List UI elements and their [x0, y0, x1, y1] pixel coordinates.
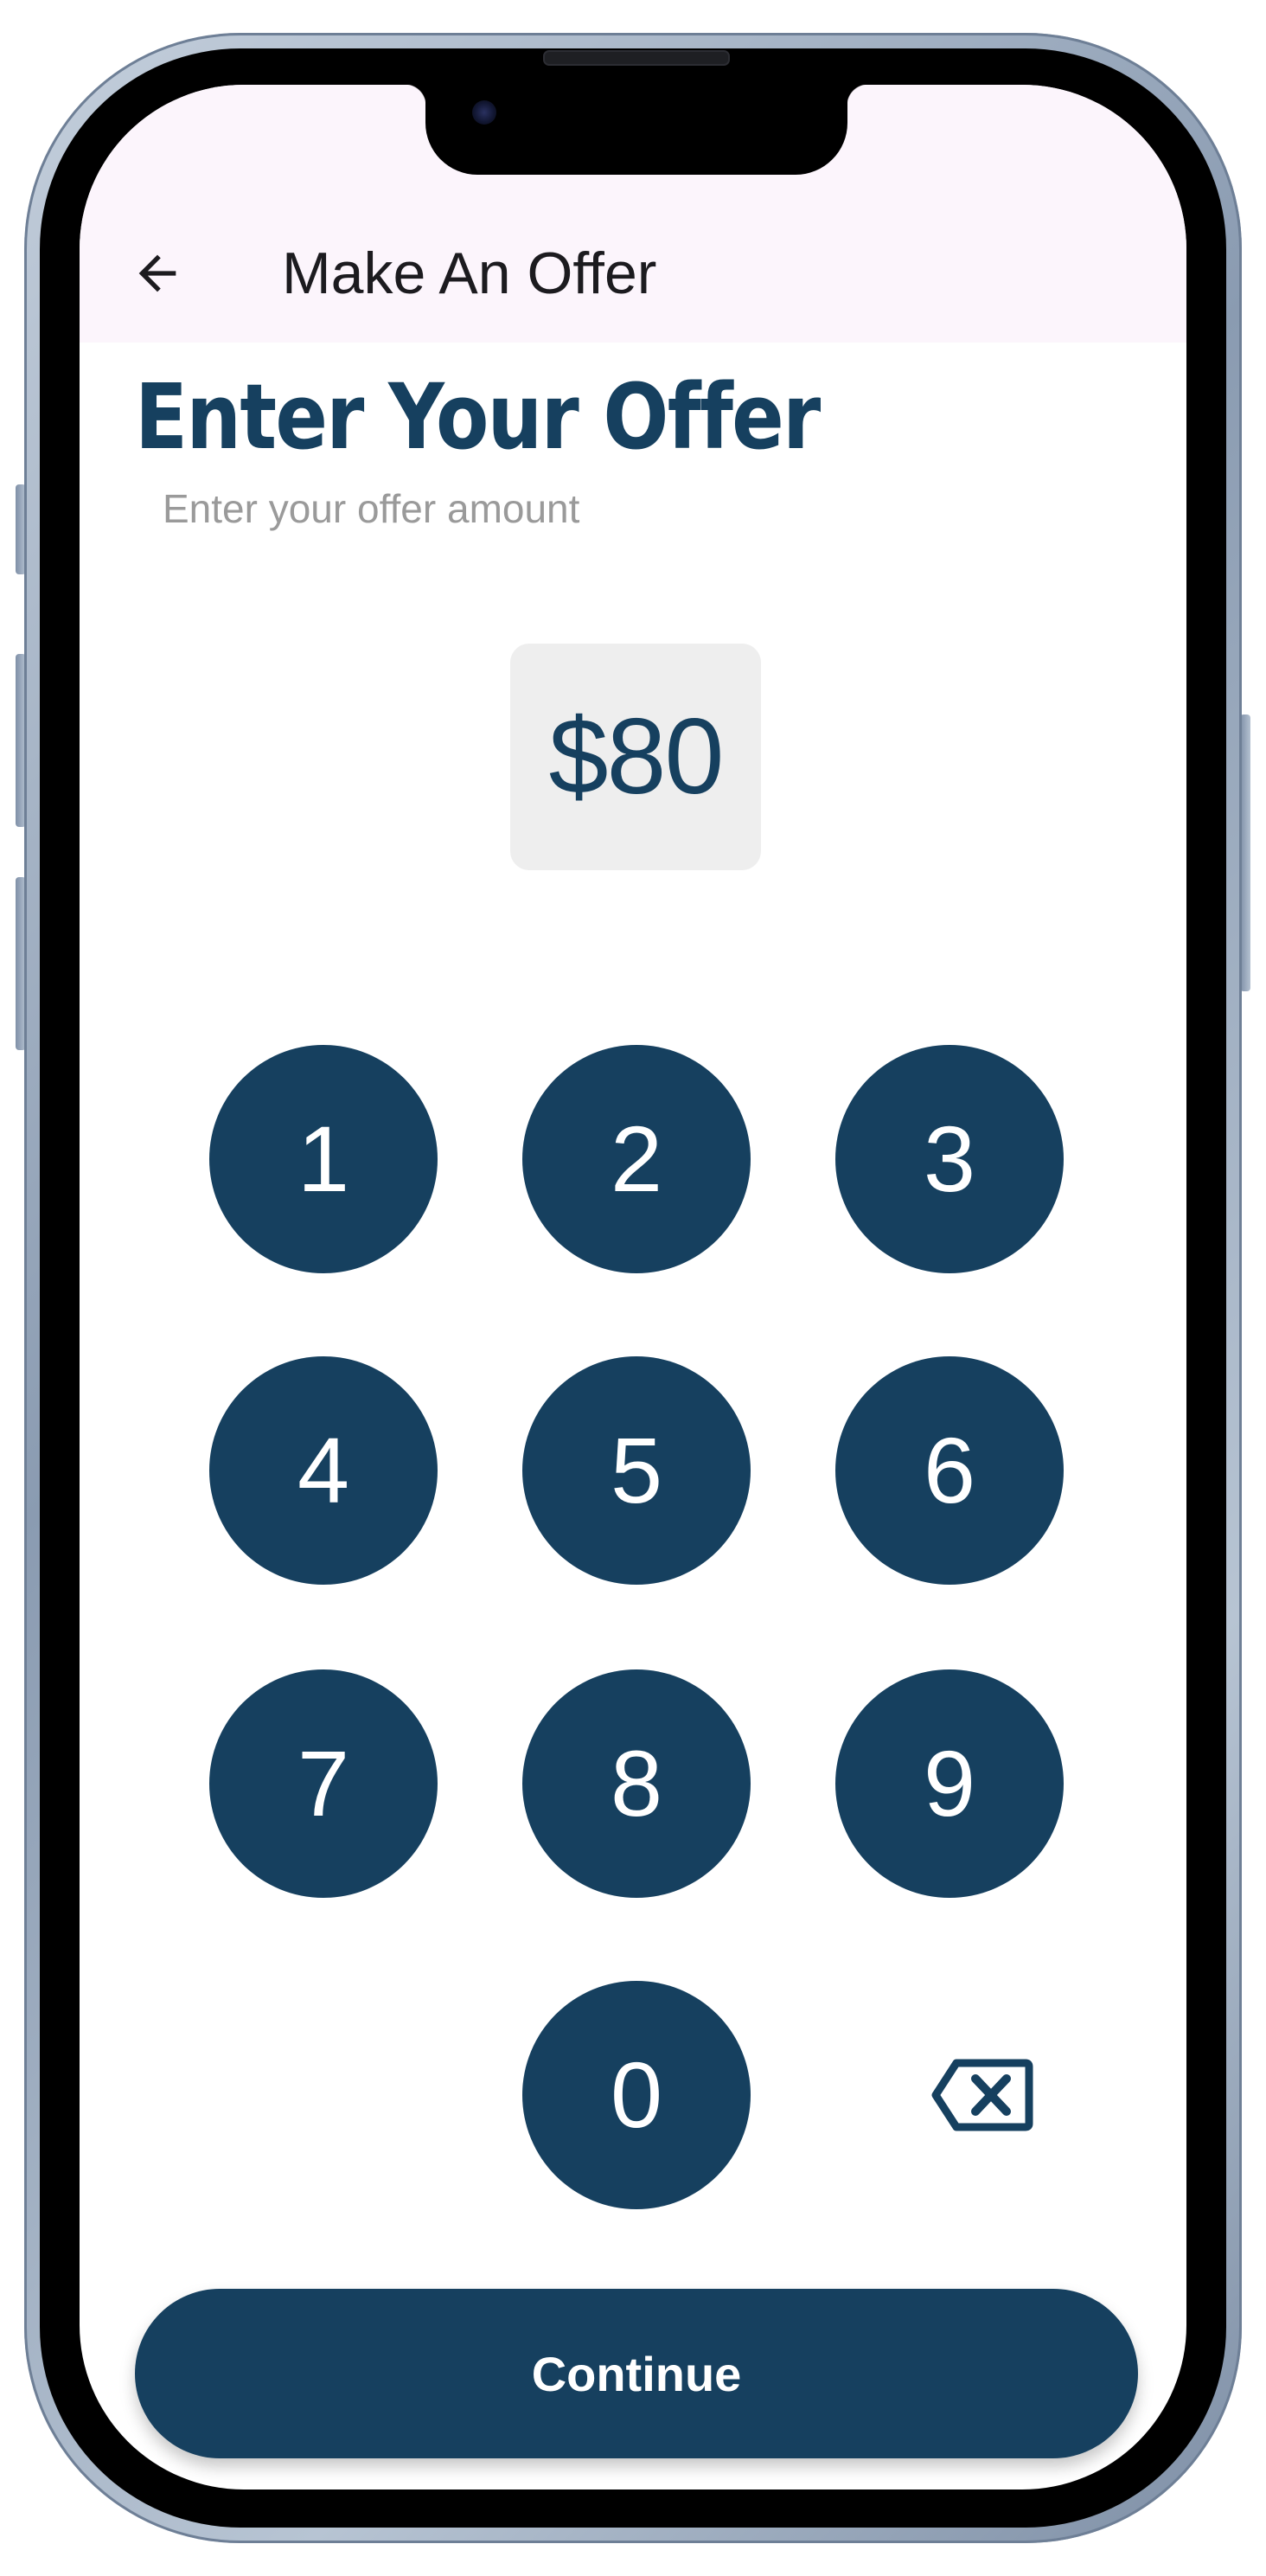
keypad-key-5[interactable]: 5: [522, 1356, 751, 1585]
keypad-key-0[interactable]: 0: [522, 1981, 751, 2209]
continue-button[interactable]: Continue: [135, 2289, 1138, 2458]
keypad-key-4[interactable]: 4: [209, 1356, 438, 1585]
backspace-button[interactable]: [868, 1981, 1097, 2209]
keypad-key-2[interactable]: 2: [522, 1045, 751, 1273]
keypad-key-7[interactable]: 7: [209, 1669, 438, 1898]
keypad-key-3[interactable]: 3: [835, 1045, 1064, 1273]
keypad-key-8[interactable]: 8: [522, 1669, 751, 1898]
front-camera: [472, 100, 496, 125]
device-notch: [405, 85, 868, 175]
backspace-icon: [931, 2059, 1033, 2131]
back-button[interactable]: [114, 230, 201, 317]
keypad-key-9[interactable]: 9: [835, 1669, 1064, 1898]
offer-amount-value: $80: [548, 697, 725, 817]
page-title: Make An Offer: [282, 240, 657, 306]
device-mockup: Make An Offer Enter Your Offer Enter you…: [0, 0, 1266, 2576]
offer-heading: Enter Your Offer: [135, 364, 821, 470]
offer-subheading: Enter your offer amount: [163, 486, 580, 531]
arrow-left-icon: [138, 254, 176, 292]
keypad-key-1[interactable]: 1: [209, 1045, 438, 1273]
app-screen: Make An Offer Enter Your Offer Enter you…: [80, 85, 1186, 2489]
keypad-key-6[interactable]: 6: [835, 1356, 1064, 1585]
earpiece-speaker: [543, 50, 730, 66]
offer-amount-display: $80: [510, 644, 761, 870]
